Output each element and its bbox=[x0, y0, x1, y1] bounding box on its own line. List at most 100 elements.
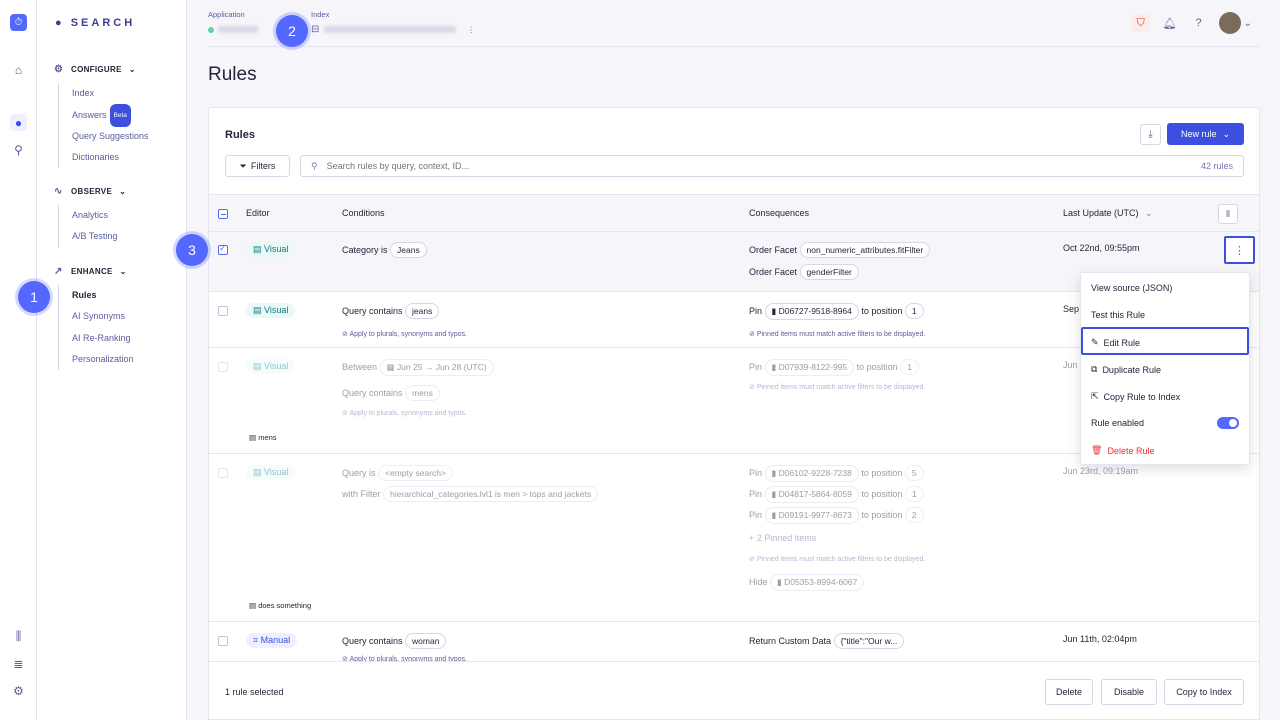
editor-label: Visual bbox=[264, 467, 289, 477]
row-actions-button[interactable]: ⋮ bbox=[1224, 236, 1255, 264]
condition-value: mens bbox=[405, 385, 440, 401]
select-all-checkbox[interactable] bbox=[218, 209, 228, 219]
sidebar-item-ai-re-ranking[interactable]: AI Re-Ranking bbox=[72, 328, 134, 349]
sidebar-section-configure[interactable]: ⚙ CONFIGURE ⌄ bbox=[54, 64, 136, 75]
beta-badge: Beta bbox=[109, 104, 131, 128]
editor-label: Manual bbox=[260, 635, 291, 645]
sidebar-item-rules[interactable]: Rules bbox=[72, 285, 134, 306]
hidden-item: ▮ D05353-8994-6067 bbox=[770, 574, 865, 591]
position-label: to position bbox=[861, 468, 903, 478]
position-label: to position bbox=[861, 510, 903, 520]
rule-description-text: does something bbox=[258, 601, 312, 610]
condition-value: woman bbox=[405, 633, 447, 649]
icon-rail: ⏱ ⌂ ● ⚲ ⫼ ≣ ⚙ bbox=[0, 0, 37, 720]
consequence-label: Pin bbox=[749, 489, 763, 499]
menu-item-view-source[interactable]: View source (JSON) bbox=[1091, 283, 1172, 293]
search-logo-icon: ● bbox=[55, 17, 65, 29]
consequence: Pin ▮ D06102-9228-7238 to position 5 bbox=[749, 465, 924, 482]
row-checkbox[interactable] bbox=[218, 362, 228, 372]
header-divider bbox=[208, 46, 1260, 47]
sidebar-section-observe[interactable]: ∿ OBSERVE ⌄ bbox=[54, 186, 126, 197]
consequence: Pin ▮ D07939-8122-995 to position 1 bbox=[749, 359, 919, 376]
app-logo-icon[interactable]: ⏱ bbox=[10, 14, 27, 31]
header-last-update-label: Last Update (UTC) bbox=[1063, 208, 1139, 218]
gear-icon: ⚙ bbox=[54, 64, 64, 75]
sidebar-item-query-suggestions[interactable]: Query Suggestions bbox=[72, 126, 149, 147]
menu-item-label: Copy Rule to Index bbox=[1103, 391, 1181, 402]
filters-button[interactable]: ⏷ Filters bbox=[225, 155, 290, 177]
section-label: CONFIGURE bbox=[71, 65, 122, 74]
product-thumbnail-icon: ▮ bbox=[777, 577, 782, 587]
editor-label: Visual bbox=[264, 244, 289, 254]
menu-item-test-rule[interactable]: Test this Rule bbox=[1091, 310, 1145, 320]
more-icon[interactable]: ⋮ bbox=[467, 25, 475, 34]
data-sources-icon[interactable]: ≣ bbox=[10, 655, 27, 672]
chevron-down-icon: ⌄ bbox=[1145, 208, 1153, 218]
header-last-update[interactable]: Last Update (UTC) ⌄ bbox=[1063, 208, 1153, 219]
sidebar: ● SEARCH ⚙ CONFIGURE ⌄ Index Answers Beta… bbox=[37, 0, 187, 720]
download-button[interactable]: ⤓ bbox=[1140, 124, 1161, 145]
sidebar-item-dictionaries[interactable]: Dictionaries bbox=[72, 147, 149, 168]
menu-item-duplicate-rule[interactable]: ⧉ Duplicate Rule bbox=[1091, 364, 1161, 375]
editor-badge: ▤ Visual bbox=[246, 465, 296, 480]
condition-note: ⊘ Apply to plurals, synonyms and typos. bbox=[342, 409, 467, 417]
row-actions-menu: View source (JSON) Test this Rule ✎ Edit … bbox=[1080, 272, 1250, 465]
table-header: Editor Conditions Consequences Last Upda… bbox=[209, 194, 1259, 232]
search-product-icon[interactable]: ● bbox=[10, 114, 27, 131]
consequence-label: Pin bbox=[749, 468, 763, 478]
index-selector[interactable]: ⊟ ⋮ bbox=[311, 24, 475, 35]
columns-button[interactable]: ⫴ bbox=[1218, 204, 1238, 224]
row-checkbox[interactable] bbox=[218, 306, 228, 316]
delete-button[interactable]: Delete bbox=[1045, 679, 1093, 705]
sidebar-item-personalization[interactable]: Personalization bbox=[72, 349, 134, 370]
copy-to-index-button[interactable]: Copy to Index bbox=[1164, 679, 1244, 705]
sidebar-item-answers[interactable]: Answers Beta bbox=[72, 104, 149, 128]
condition: Query contains mens bbox=[342, 385, 440, 401]
row-checkbox[interactable] bbox=[218, 243, 228, 255]
chevron-down-icon: ⌄ bbox=[119, 267, 127, 276]
sidebar-item-ai-synonyms[interactable]: AI Synonyms bbox=[72, 306, 134, 327]
shield-icon[interactable]: ⛉ bbox=[1131, 14, 1150, 32]
settings-icon[interactable]: ⚙ bbox=[10, 682, 27, 699]
user-menu[interactable]: ⌄ bbox=[1218, 12, 1252, 34]
editor-badge: ⌗ Manual bbox=[246, 633, 298, 648]
product-name: SEARCH bbox=[70, 17, 136, 29]
sidebar-item-ab-testing[interactable]: A/B Testing bbox=[72, 226, 117, 247]
bell-icon[interactable]: 🔔︎ bbox=[1161, 14, 1179, 32]
consequence-note: ⊘ Pinned items must match active filters… bbox=[749, 555, 925, 563]
recommend-icon[interactable]: ⚲ bbox=[10, 141, 27, 158]
product-thumbnail-icon: ▮ bbox=[771, 468, 777, 478]
menu-item-delete-rule[interactable]: 🗑︎ Delete Rule bbox=[1091, 445, 1154, 456]
new-rule-button[interactable]: New rule ⌄ bbox=[1167, 123, 1244, 145]
table-row[interactable]: ▤ Visual Query is <empty search> with Fi… bbox=[209, 454, 1259, 622]
rule-enabled-toggle[interactable] bbox=[1217, 417, 1239, 429]
row-checkbox[interactable] bbox=[218, 636, 228, 646]
pinned-item-id: D07939-8122-995 bbox=[778, 362, 848, 372]
sidebar-section-enhance[interactable]: ↗ ENHANCE ⌄ bbox=[54, 266, 127, 277]
more-pinned-items[interactable]: + 2 Pinned items bbox=[749, 533, 816, 543]
document-icon: ▤ bbox=[249, 601, 257, 610]
sidebar-item-index[interactable]: Index bbox=[72, 83, 149, 104]
chevron-down-icon: ⌄ bbox=[1243, 17, 1252, 29]
condition-note: ⊘ Apply to plurals, synonyms and typos. bbox=[342, 330, 467, 338]
product-thumbnail-icon: ▮ bbox=[771, 489, 777, 499]
consequence: Pin ▮ D09191-9977-8673 to position 2 bbox=[749, 507, 924, 524]
pinned-item: ▮ D06102-9228-7238 bbox=[764, 465, 859, 482]
product-thumbnail-icon: ▮ bbox=[771, 510, 777, 520]
observe-group: Analytics A/B Testing bbox=[58, 205, 117, 248]
analytics-icon[interactable]: ⫼ bbox=[10, 628, 27, 645]
pinned-item: ▮ D07939-8122-995 bbox=[764, 359, 855, 376]
disable-button[interactable]: Disable bbox=[1101, 679, 1157, 705]
between-label: Between bbox=[342, 362, 378, 372]
condition-note-text: Apply to plurals, synonyms and typos. bbox=[349, 331, 467, 338]
row-checkbox[interactable] bbox=[218, 468, 228, 478]
help-icon[interactable]: ? bbox=[1190, 14, 1208, 32]
search-input[interactable] bbox=[326, 161, 1201, 171]
sidebar-item-analytics[interactable]: Analytics bbox=[72, 205, 117, 226]
home-icon[interactable]: ⌂ bbox=[10, 61, 27, 78]
application-selector[interactable] bbox=[208, 26, 258, 33]
section-label: ENHANCE bbox=[71, 267, 113, 276]
menu-item-copy-rule-to-index[interactable]: ⇱ Copy Rule to Index bbox=[1091, 391, 1180, 402]
search-icon: ⚲ bbox=[311, 160, 318, 171]
configure-group: Index Answers Beta Query Suggestions Dict… bbox=[58, 83, 149, 169]
